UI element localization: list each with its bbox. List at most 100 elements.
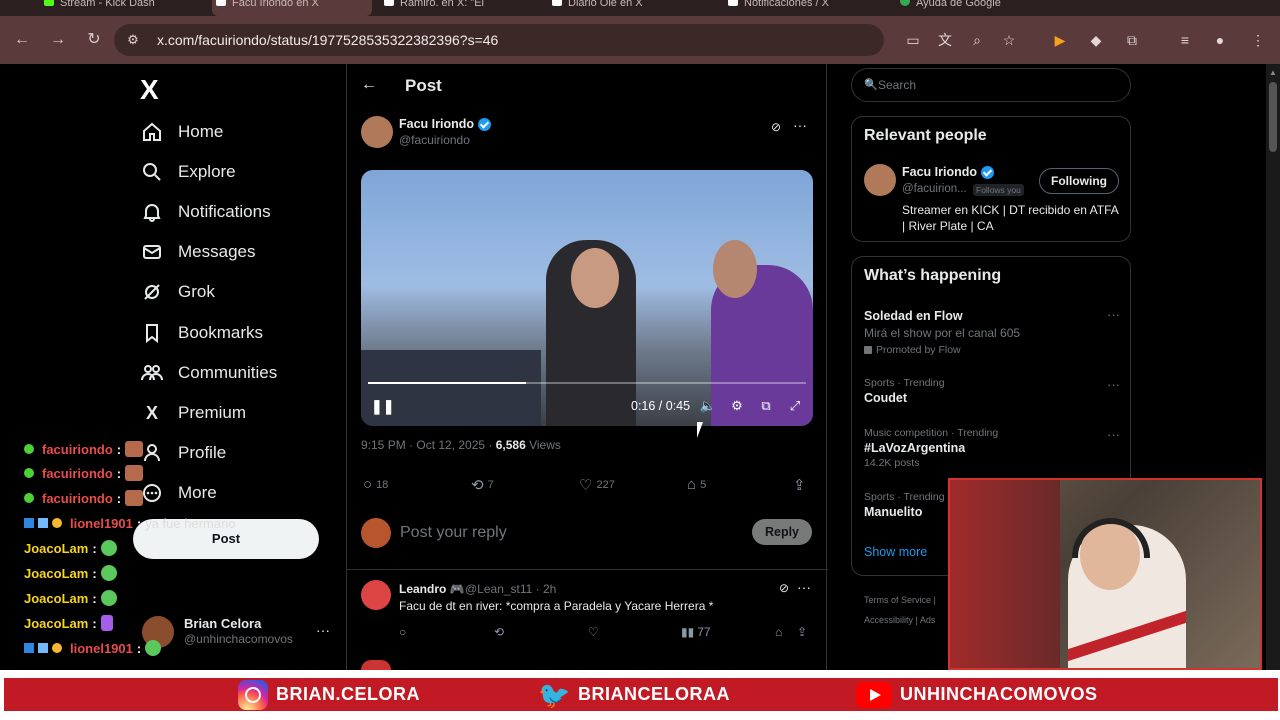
reply-input[interactable]: Post your reply bbox=[400, 524, 507, 542]
views-action[interactable]: ▮▮ 77 bbox=[681, 625, 711, 639]
settings-gear-icon[interactable]: ⚙ bbox=[728, 398, 746, 416]
chat-message: facuiriondo: bbox=[24, 462, 144, 484]
reply-item[interactable]: Leandro 🎮 @Lean_st11 · 2h ⊘ ··· Facu de … bbox=[361, 578, 813, 648]
page-scrollbar[interactable]: ▲ bbox=[1266, 64, 1280, 670]
extension-play-icon[interactable]: ▶ bbox=[1050, 30, 1070, 50]
author-avatar[interactable] bbox=[361, 116, 393, 148]
reply-action[interactable]: ○ 18 bbox=[363, 476, 388, 493]
account-switcher[interactable]: Brian Celora @unhinchacomovos ··· bbox=[142, 612, 332, 656]
repost-action[interactable]: ⟲ 7 bbox=[471, 476, 494, 494]
heart-icon[interactable]: ♡ bbox=[588, 625, 599, 639]
zoom-icon[interactable]: ⌕ bbox=[967, 30, 987, 50]
bell-icon bbox=[140, 200, 164, 224]
reply-author[interactable]: Leandro 🎮 bbox=[399, 582, 465, 596]
nav-communities[interactable]: Communities bbox=[140, 355, 277, 391]
more-dots-icon[interactable]: ··· bbox=[793, 117, 807, 133]
reply-item[interactable] bbox=[361, 660, 813, 670]
browser-toolbar: ← → ↻ ⚙ x.com/facuiriondo/status/1977528… bbox=[0, 16, 1280, 64]
x-icon bbox=[552, 0, 562, 6]
nav-more[interactable]: More bbox=[140, 475, 217, 511]
x-icon bbox=[384, 0, 394, 6]
bookmark-action[interactable]: ⌂ 5 bbox=[687, 476, 706, 493]
twitter-handle: 🐦 BRIANCELORAA bbox=[538, 679, 730, 710]
fullscreen-icon[interactable]: ⤢ bbox=[786, 398, 804, 416]
browser-tab[interactable]: Diario Olé en X bbox=[548, 0, 718, 16]
share-action[interactable]: ⇪ bbox=[793, 476, 806, 494]
bookmark-star-icon[interactable]: ☆ bbox=[999, 30, 1019, 50]
picture-in-picture-icon[interactable]: ⧉ bbox=[757, 398, 775, 416]
video-player[interactable]: ❚❚ 0:16 / 0:45 🔈 ⚙ ⧉ ⤢ bbox=[361, 170, 813, 426]
following-button[interactable]: Following bbox=[1039, 168, 1119, 194]
emote-icon bbox=[100, 615, 113, 631]
more-dots-icon[interactable]: ··· bbox=[797, 579, 811, 595]
extension-icon[interactable]: ◆ bbox=[1086, 30, 1106, 50]
profile-icon bbox=[140, 441, 164, 465]
browser-tab[interactable]: Ayuda de Google bbox=[896, 0, 1066, 16]
reply-handle[interactable]: @Lean_st11 · 2h bbox=[465, 582, 556, 596]
person-handle[interactable]: @facuirion... bbox=[902, 183, 967, 195]
terms-link[interactable]: Terms of Service | bbox=[864, 590, 936, 610]
nav-explore[interactable]: Explore bbox=[140, 154, 236, 190]
x-logo[interactable]: X bbox=[140, 74, 159, 106]
back-icon[interactable]: ← bbox=[12, 30, 32, 50]
accessibility-link[interactable]: Accessibility | Ads bbox=[864, 610, 936, 630]
reload-icon[interactable]: ↻ bbox=[84, 30, 104, 50]
author-name[interactable]: Facu Iriondo bbox=[399, 117, 491, 131]
scrollbar-thumb[interactable] bbox=[1269, 82, 1277, 152]
communities-icon bbox=[140, 361, 164, 385]
trend-item[interactable]: Sports · Trending Coudet ··· bbox=[864, 377, 1120, 405]
person-name[interactable]: Facu Iriondo bbox=[902, 165, 994, 179]
nav-premium[interactable]: X Premium bbox=[140, 395, 246, 431]
more-dots-icon[interactable]: ··· bbox=[1107, 427, 1120, 442]
trend-item[interactable]: Music competition · Trending #LaVozArgen… bbox=[864, 427, 1120, 469]
cast-icon[interactable]: ▭ bbox=[903, 30, 923, 50]
grok-icon[interactable]: ⊘ bbox=[771, 120, 781, 134]
reply-icon[interactable]: ○ bbox=[399, 625, 406, 639]
author-handle[interactable]: @facuiriondo bbox=[399, 133, 470, 147]
reply-button[interactable]: Reply bbox=[752, 519, 812, 545]
scroll-up-icon[interactable]: ▲ bbox=[1269, 68, 1277, 77]
repost-icon[interactable]: ⟲ bbox=[494, 625, 504, 639]
nav-messages[interactable]: Messages bbox=[140, 234, 255, 270]
badge-icon bbox=[24, 444, 34, 454]
more-dots-icon[interactable]: ··· bbox=[316, 622, 330, 638]
nav-notifications[interactable]: Notifications bbox=[140, 194, 271, 230]
video-progress-bar[interactable] bbox=[368, 382, 806, 384]
reply-text: Facu de dt en river: *compra a Paradela … bbox=[399, 599, 714, 613]
profile-avatar-icon[interactable]: ● bbox=[1210, 30, 1230, 50]
nav-bookmarks[interactable]: Bookmarks bbox=[140, 315, 263, 351]
account-name: Brian Celora bbox=[184, 616, 262, 631]
media-controls-icon[interactable]: ≡ bbox=[1175, 30, 1195, 50]
more-dots-icon[interactable]: ··· bbox=[1107, 377, 1120, 392]
share-icon[interactable]: ⇪ bbox=[797, 625, 807, 639]
more-dots-icon[interactable]: ··· bbox=[1107, 307, 1120, 322]
browser-tab[interactable]: Notificaciones / X bbox=[724, 0, 892, 16]
browser-tab[interactable]: Stream - Kick Dash bbox=[40, 0, 210, 16]
avatar[interactable] bbox=[361, 580, 391, 610]
chat-message: JoacoLam: bbox=[24, 562, 117, 584]
back-arrow-icon[interactable]: ← bbox=[361, 76, 377, 94]
like-action[interactable]: ♡ 227 bbox=[579, 476, 615, 494]
search-input[interactable]: 🔍 Search bbox=[851, 68, 1131, 102]
badge-icon bbox=[52, 643, 62, 653]
avatar[interactable] bbox=[864, 164, 896, 196]
menu-icon[interactable]: ⋮ bbox=[1248, 30, 1268, 50]
show-more-link[interactable]: Show more bbox=[864, 545, 927, 559]
translate-icon[interactable]: 文 bbox=[935, 30, 955, 50]
site-info-icon[interactable]: ⚙ bbox=[124, 31, 142, 49]
trend-item[interactable]: Soledad en Flow Mirá el show por el cana… bbox=[864, 307, 1120, 356]
browser-tab-active[interactable]: Facu Iriondo en X bbox=[212, 0, 372, 16]
nav-profile[interactable]: Profile bbox=[140, 435, 226, 471]
nav-grok[interactable]: Grok bbox=[140, 274, 215, 310]
kick-icon bbox=[44, 0, 54, 6]
grok-icon[interactable]: ⊘ bbox=[779, 581, 789, 595]
nav-home[interactable]: Home bbox=[140, 114, 223, 150]
puzzle-icon[interactable]: ⧉ bbox=[1122, 30, 1142, 50]
forward-icon[interactable]: → bbox=[48, 30, 68, 50]
bookmark-icon[interactable]: ⌂ bbox=[775, 625, 782, 639]
volume-icon[interactable]: 🔈 bbox=[699, 398, 717, 416]
browser-tab[interactable]: Ramiro. en X: "El bbox=[380, 0, 545, 16]
pause-icon[interactable]: ❚❚ bbox=[371, 398, 394, 415]
badge-icon bbox=[38, 518, 48, 528]
address-bar[interactable]: ⚙ x.com/facuiriondo/status/1977528535322… bbox=[114, 24, 884, 56]
